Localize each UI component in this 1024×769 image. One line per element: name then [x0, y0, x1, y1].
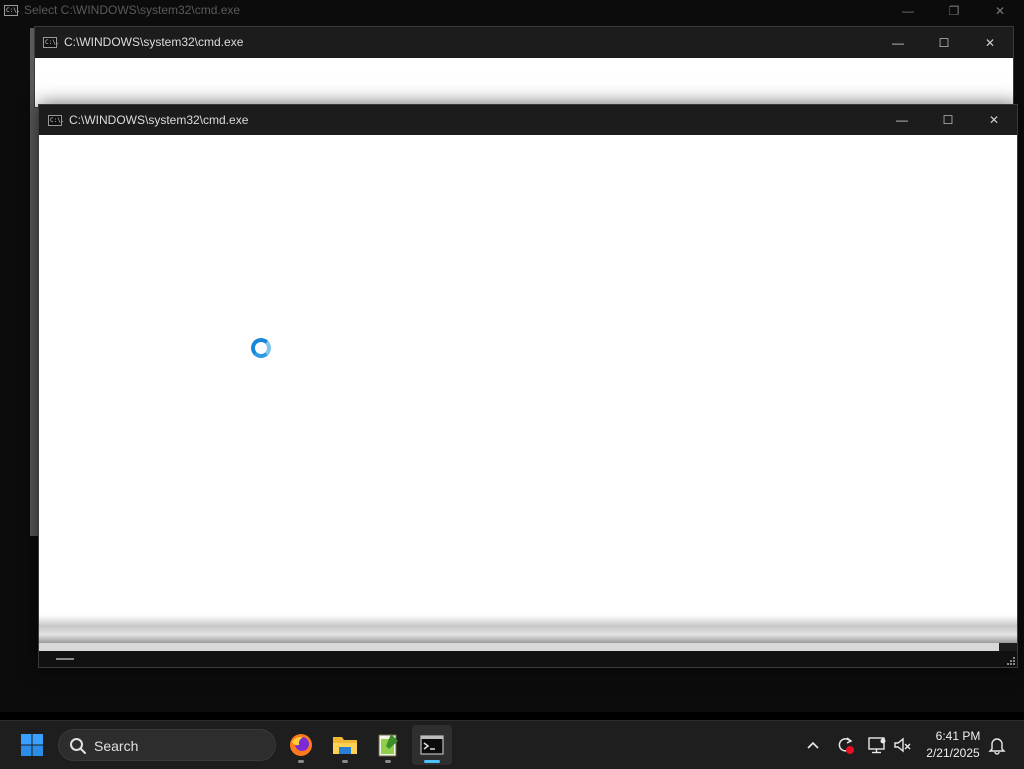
- window-cmd-middle[interactable]: C:\. C:\WINDOWS\system32\cmd.exe — ☐ ✕: [34, 26, 1014, 108]
- title-bar[interactable]: C:\. C:\WINDOWS\system32\cmd.exe — ☐ ✕: [39, 105, 1017, 135]
- chevron-up-icon: [807, 741, 819, 749]
- notification-center-button[interactable]: [985, 733, 1009, 757]
- volume-status[interactable]: [891, 733, 915, 757]
- show-hidden-icons-button[interactable]: [801, 733, 825, 757]
- resize-grip-icon[interactable]: [1005, 655, 1015, 665]
- title-bar[interactable]: C:\. C:\WINDOWS\system32\cmd.exe — ☐ ✕: [35, 27, 1013, 58]
- bell-icon: [988, 738, 1006, 755]
- window-title: C:\WINDOWS\system32\cmd.exe: [69, 113, 249, 127]
- running-indicator: [342, 760, 348, 763]
- close-button[interactable]: ✕: [971, 105, 1017, 135]
- console-bottom-edge: [39, 615, 1017, 643]
- horizontal-scrollbar[interactable]: [39, 643, 999, 651]
- cmd-icon: C:\.: [43, 37, 60, 48]
- title-bar[interactable]: C:\. Select C:\WINDOWS\system32\cmd.exe …: [0, 0, 1024, 22]
- running-indicator: [298, 760, 304, 763]
- search-icon: [70, 738, 86, 754]
- network-icon: [868, 737, 886, 754]
- start-button[interactable]: [12, 725, 52, 765]
- search-label: Search: [94, 738, 139, 754]
- window-cmd-front[interactable]: C:\. C:\WINDOWS\system32\cmd.exe — ☐ ✕: [38, 104, 1018, 668]
- minimize-button[interactable]: —: [875, 27, 921, 58]
- status-bar: [39, 651, 1017, 667]
- close-button[interactable]: ✕: [967, 27, 1013, 58]
- clock-date[interactable]: 2/21/2025: [920, 746, 986, 760]
- window-title: Select C:\WINDOWS\system32\cmd.exe: [24, 3, 241, 17]
- notepad-plus-plus-icon: [378, 734, 398, 757]
- maximize-button[interactable]: ☐: [925, 105, 971, 135]
- taskbar-search[interactable]: Search: [58, 729, 276, 761]
- maximize-button[interactable]: ☐: [921, 27, 967, 58]
- terminal-icon: [420, 735, 444, 755]
- window-title: C:\WINDOWS\system32\cmd.exe: [64, 35, 244, 49]
- status-indicator: [56, 658, 74, 660]
- taskbar-file-explorer[interactable]: [325, 725, 365, 765]
- cmd-icon: C:\.: [48, 115, 65, 126]
- windows-start-icon: [21, 734, 43, 756]
- console-area[interactable]: [35, 58, 1013, 107]
- restore-button[interactable]: ❐: [931, 0, 977, 22]
- volume-muted-icon: [894, 737, 911, 753]
- console-area[interactable]: [39, 135, 1017, 615]
- network-status[interactable]: [865, 733, 889, 757]
- taskbar-notepad-plus-plus[interactable]: [368, 725, 408, 765]
- minimize-button[interactable]: —: [885, 0, 931, 22]
- firefox-icon: [290, 734, 312, 756]
- cmd-icon: C:\.: [4, 5, 21, 16]
- active-indicator: [424, 760, 440, 763]
- running-indicator: [385, 760, 391, 763]
- minimize-button[interactable]: —: [879, 105, 925, 135]
- taskbar: Search 6:41 PM 2/21/2025: [0, 720, 1024, 769]
- clock-time[interactable]: 6:41 PM: [928, 729, 988, 743]
- taskbar-command-prompt[interactable]: [412, 725, 452, 765]
- loading-spinner-icon: [251, 338, 271, 358]
- update-status[interactable]: [833, 733, 857, 757]
- sync-alert-icon: [838, 737, 854, 754]
- taskbar-firefox[interactable]: [281, 725, 321, 765]
- close-button[interactable]: ✕: [977, 0, 1023, 22]
- folder-icon: [333, 737, 357, 754]
